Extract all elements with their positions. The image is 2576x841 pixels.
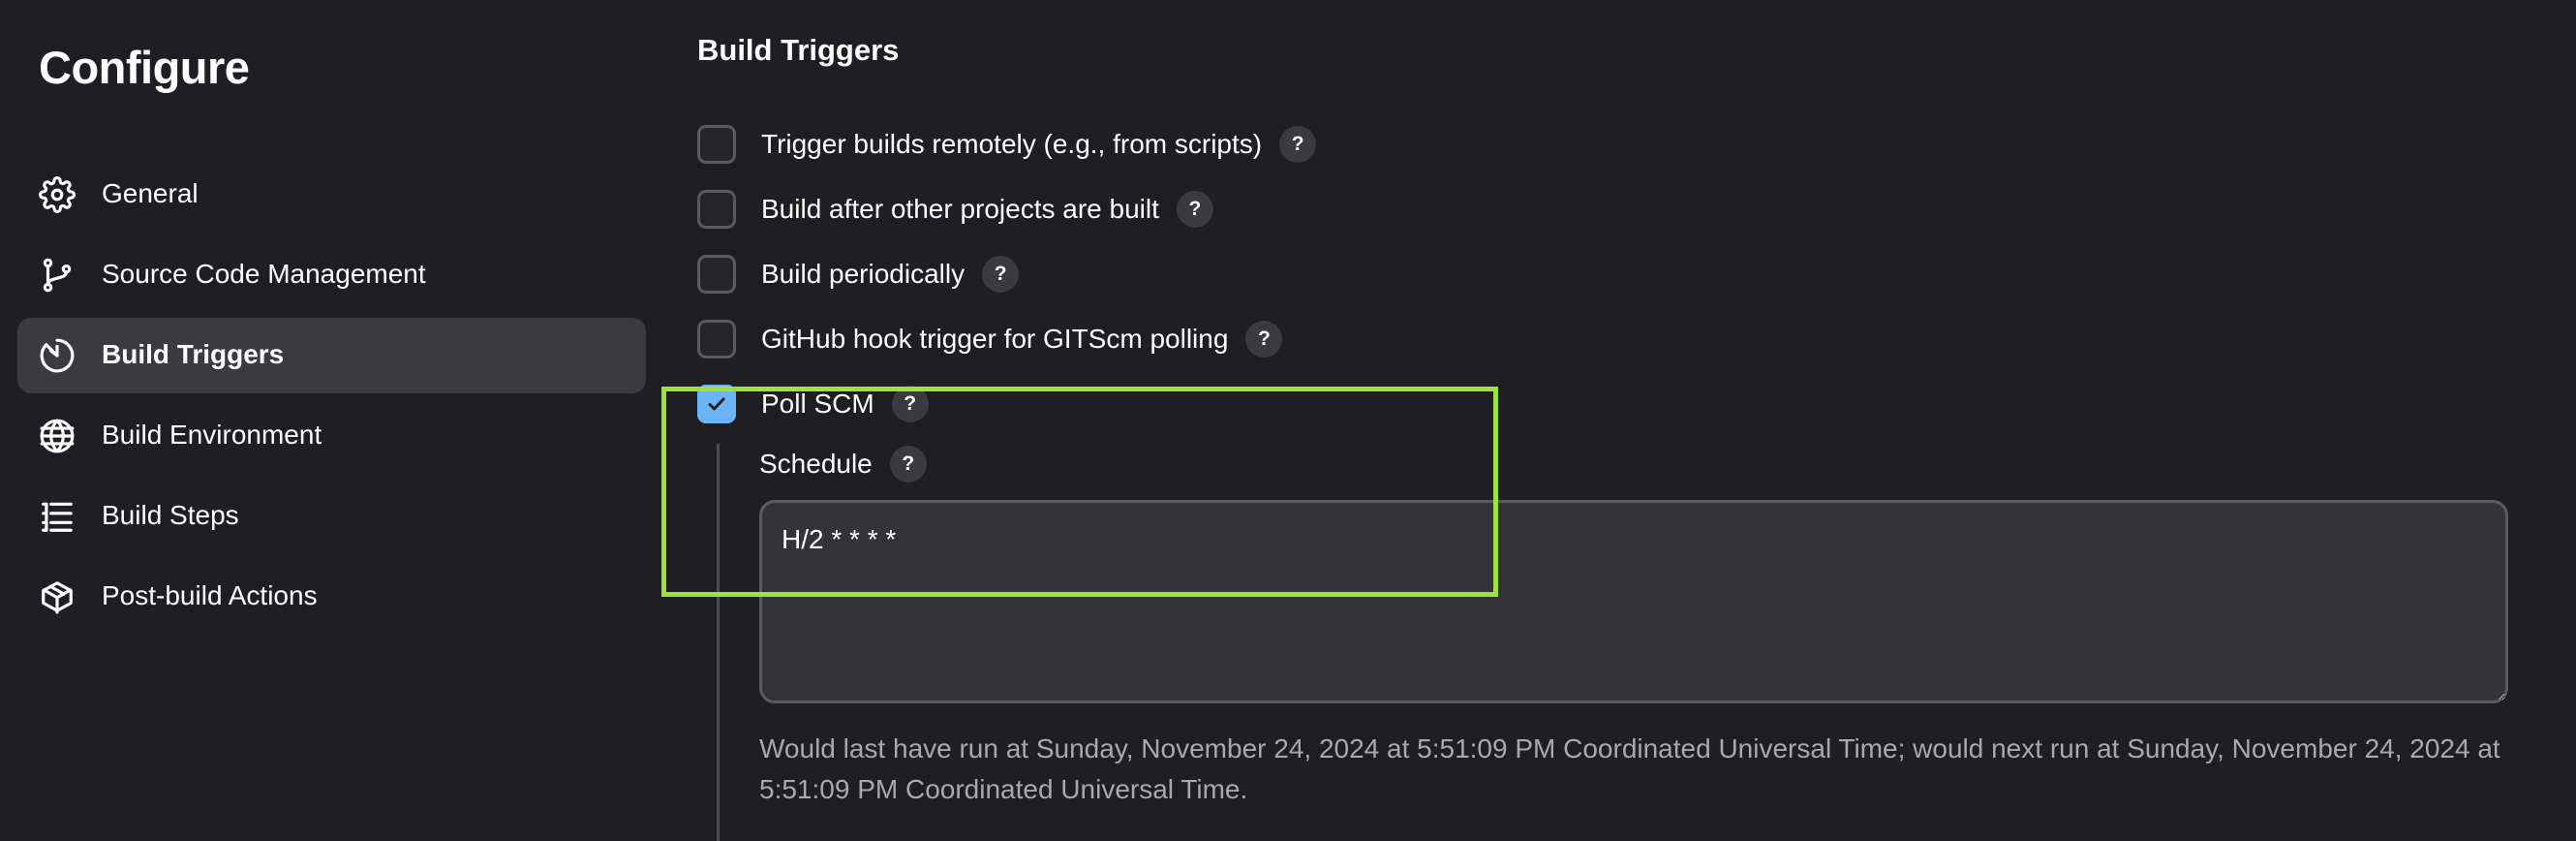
help-icon[interactable]: ? (889, 446, 927, 483)
help-icon[interactable]: ? (1279, 126, 1317, 163)
timer-icon (39, 337, 76, 374)
trigger-label[interactable]: Poll SCM (761, 389, 874, 420)
help-icon[interactable]: ? (1176, 191, 1213, 228)
schedule-description: Would last have run at Sunday, November … (759, 733, 2500, 804)
poll-scm-checkbox[interactable] (697, 385, 736, 423)
page-title: Configure (39, 42, 250, 93)
help-icon[interactable]: ? (891, 386, 929, 422)
git-branch-icon (39, 257, 76, 294)
trigger-label[interactable]: Trigger builds remotely (e.g., from scri… (761, 129, 1262, 160)
trigger-remote-checkbox[interactable] (697, 125, 736, 164)
sidebar-item-post-build-actions[interactable]: Post-build Actions (17, 559, 646, 635)
trigger-label[interactable]: Build periodically (761, 259, 965, 290)
trigger-periodically-row: Build periodically ? (697, 253, 1020, 296)
checkmark-icon (708, 397, 725, 411)
trigger-poll-scm-row: Poll SCM ? (697, 383, 929, 425)
sidebar-item-general[interactable]: General (17, 157, 646, 233)
nested-indent-line (717, 444, 720, 841)
trigger-github-hook-row: GitHub hook trigger for GITScm polling ? (697, 318, 1283, 360)
trigger-after-projects-checkbox[interactable] (697, 190, 736, 229)
sidebar: Configure General Source Code Management… (0, 0, 668, 841)
trigger-periodically-checkbox[interactable] (697, 255, 736, 294)
sidebar-item-build-steps[interactable]: Build Steps (17, 479, 646, 554)
sidebar-item-label: Post-build Actions (102, 580, 318, 610)
sidebar-item-build-triggers[interactable]: Build Triggers (17, 318, 646, 393)
sidebar-item-label: Build Environment (102, 420, 322, 450)
list-icon (39, 498, 76, 535)
package-icon (39, 578, 76, 615)
sidebar-item-build-environment[interactable]: Build Environment (17, 398, 646, 474)
help-icon[interactable]: ? (982, 256, 1020, 293)
schedule-label-row: Schedule ? (759, 444, 927, 484)
schedule-input[interactable]: H/2 * * * * (759, 500, 2508, 703)
schedule-label: Schedule (759, 449, 873, 479)
trigger-github-hook-checkbox[interactable] (697, 320, 736, 358)
trigger-remote-row: Trigger builds remotely (e.g., from scri… (697, 123, 1317, 166)
sidebar-item-label: Source Code Management (102, 259, 426, 289)
sidebar-item-label: General (102, 178, 199, 208)
sidebar-item-source-code-management[interactable]: Source Code Management (17, 237, 646, 313)
sidebar-item-label: Build Steps (102, 500, 239, 530)
globe-icon (39, 418, 76, 454)
gear-icon (39, 176, 76, 213)
main-content: Build Triggers Trigger builds remotely (… (697, 0, 2576, 841)
trigger-label[interactable]: GitHub hook trigger for GITScm polling (761, 324, 1228, 355)
sidebar-item-label: Build Triggers (102, 339, 285, 369)
trigger-label[interactable]: Build after other projects are built (761, 194, 1159, 225)
help-icon[interactable]: ? (1245, 321, 1283, 358)
section-title: Build Triggers (697, 33, 900, 67)
trigger-after-projects-row: Build after other projects are built ? (697, 188, 1213, 231)
